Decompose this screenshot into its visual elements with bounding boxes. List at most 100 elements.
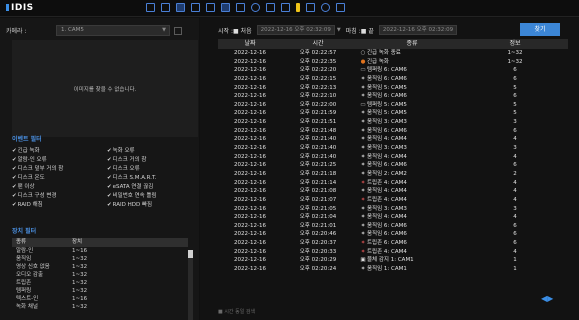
sequence-icon[interactable]: [236, 3, 245, 12]
device-row[interactable]: 알람-인 1~16: [12, 247, 188, 255]
device-row[interactable]: 트립존 1~32: [12, 279, 188, 287]
scroll-thumb[interactable]: [188, 250, 193, 258]
event-filter-item[interactable]: ✔녹화 오류: [107, 146, 202, 154]
event-filter-item[interactable]: ✔긴급 녹화: [12, 146, 107, 154]
event-filter-list: ✔긴급 녹화 ✔녹화 오류 ✔알람-인 오류 ✔디스크 거의 참 ✔디스크 덮부 거의 …: [12, 146, 202, 208]
start-first-option[interactable]: ■ 처음: [233, 26, 252, 35]
check-icon[interactable]: ✔: [12, 202, 17, 208]
record-icon[interactable]: [306, 3, 315, 12]
check-icon[interactable]: ✔: [107, 157, 112, 163]
same-time-checkbox[interactable]: ■: [218, 309, 223, 315]
log-row[interactable]: 2022-12-16 오후 02:20:29 ▣물체 감지 1: CAM1 1: [218, 256, 568, 265]
device-row[interactable]: 녹화 채널 1~32: [12, 303, 188, 311]
check-icon[interactable]: ✔: [107, 202, 112, 208]
check-icon[interactable]: ✔: [12, 148, 17, 154]
live-icon[interactable]: [296, 3, 300, 12]
log-row[interactable]: 2022-12-16 오후 02:21:05 ✶ 움직임 3: CAM3 3: [218, 205, 568, 214]
event-filter-item[interactable]: ✔RAID HDD 빠짐: [107, 200, 202, 208]
event-type-icon: ✶: [360, 179, 366, 186]
event-filter-item[interactable]: ✔팬 이상: [12, 182, 107, 190]
log-row[interactable]: 2022-12-16 오후 02:21:18 ✶ 움직임 2: CAM2 2: [218, 170, 568, 179]
event-filter-item[interactable]: ✔디스크 덮부 거의 참: [12, 164, 107, 172]
camera-select[interactable]: 1. CAM5 ▼: [56, 25, 170, 36]
check-icon[interactable]: ✔: [107, 148, 112, 154]
event-type-icon: ✶: [360, 248, 366, 255]
camera-options-icon[interactable]: [174, 26, 182, 35]
log-row[interactable]: 2022-12-16 오후 02:22:20 ▭템퍼링 6: CAM6 6: [218, 66, 568, 75]
next-page-icon[interactable]: ▶: [547, 294, 553, 303]
camera-label: 카메라 :: [6, 28, 27, 35]
log-row[interactable]: 2022-12-16 오후 02:21:08 ✶ 움직임 4: CAM4 4: [218, 187, 568, 196]
log-row[interactable]: 2022-12-16 오후 02:21:14 ✶ 트립존 4: CAM4 4: [218, 179, 568, 188]
check-icon[interactable]: ✔: [12, 157, 17, 163]
check-icon[interactable]: ✔: [12, 193, 17, 199]
log-row[interactable]: 2022-12-16 오후 02:21:01 ✶ 움직임 6: CAM6 6: [218, 222, 568, 231]
event-filter-item[interactable]: ✔RAID 해침: [12, 200, 107, 208]
event-type-icon: ✶: [360, 231, 366, 238]
device-row[interactable]: 템퍼링 1~32: [12, 287, 188, 295]
log-row[interactable]: 2022-12-16 오후 02:22:13 ✶ 움직임 5: CAM5 5: [218, 84, 568, 93]
event-type-icon: ✶: [360, 214, 366, 221]
log-row[interactable]: 2022-12-16 오후 02:22:15 ✶ 움직임 6: CAM6 6: [218, 75, 568, 84]
layout-4-icon[interactable]: [161, 3, 170, 12]
log-row[interactable]: 2022-12-16 오후 02:20:33 ✶ 트립존 4: CAM4 4: [218, 248, 568, 257]
search-button[interactable]: 찾기: [520, 23, 560, 36]
check-icon[interactable]: ✔: [107, 184, 112, 190]
check-icon[interactable]: ✔: [107, 193, 112, 199]
log-row[interactable]: 2022-12-16 오후 02:22:35 ● 긴급 녹화 1~32: [218, 58, 568, 67]
device-row[interactable]: 오디오 감출 1~32: [12, 271, 188, 279]
end-last-option[interactable]: ■ 끝: [361, 26, 374, 35]
check-icon[interactable]: ✔: [12, 175, 17, 181]
start-datetime-field[interactable]: 2022-12-16 오후 02:32:09: [256, 25, 335, 35]
play-icon[interactable]: [336, 3, 345, 12]
device-row[interactable]: 텍스트-인 1~16: [12, 295, 188, 303]
log-row[interactable]: 2022-12-16 오후 02:22:10 ✶ 움직임 6: CAM6 6: [218, 92, 568, 101]
event-filter-item[interactable]: ✔디스크 구성 변경: [12, 191, 107, 199]
check-icon[interactable]: ✔: [12, 184, 17, 190]
log-row[interactable]: 2022-12-16 오후 02:21:59 ✶ 움직임 5: CAM5 5: [218, 109, 568, 118]
layout-9-icon[interactable]: [176, 3, 185, 12]
log-row[interactable]: 2022-12-16 오후 02:21:51 ✶ 움직임 3: CAM3 3: [218, 118, 568, 127]
device-row[interactable]: 움직임 1~32: [12, 255, 188, 263]
settings-icon[interactable]: [321, 3, 330, 12]
layout-1-icon[interactable]: [146, 3, 155, 12]
event-filter-item[interactable]: ✔비밀번호 연속 틀림: [107, 191, 202, 199]
check-icon[interactable]: ✔: [107, 175, 112, 181]
event-filter-item[interactable]: ✔디스크 거의 참: [107, 155, 202, 163]
log-row[interactable]: 2022-12-16 오후 02:21:40 ✶ 움직임 4: CAM4 4: [218, 135, 568, 144]
diamond-icon[interactable]: [251, 3, 260, 12]
layout-16-icon[interactable]: [191, 3, 200, 12]
event-filter-item[interactable]: ✔디스크 오류: [107, 164, 202, 172]
log-row[interactable]: 2022-12-16 오후 02:21:04 ✶ 움직임 4: CAM4 4: [218, 213, 568, 222]
device-table-header: 종류 장치: [12, 238, 188, 247]
log-row[interactable]: 2022-12-16 오후 02:21:40 ✶ 움직임 3: CAM3 3: [218, 144, 568, 153]
device-scrollbar[interactable]: [188, 250, 193, 320]
event-type-icon: ○: [360, 50, 366, 56]
start-dropdown-icon[interactable]: ▼: [337, 27, 341, 33]
event-filter-item[interactable]: ✔디스크 온도: [12, 173, 107, 181]
layout-grid-icon[interactable]: [221, 3, 230, 12]
camera-list-icon[interactable]: [266, 3, 275, 12]
log-row[interactable]: 2022-12-16 오후 02:20:46 ✶ 움직임 6: CAM6 6: [218, 230, 568, 239]
log-row[interactable]: 2022-12-16 오후 02:21:40 ✶ 움직임 4: CAM4 4: [218, 153, 568, 162]
event-filter-item[interactable]: ✔디스크 S.M.A.R.T.: [107, 173, 202, 181]
log-row[interactable]: 2022-12-16 오후 02:20:24 ✶ 움직임 1: CAM1 1: [218, 265, 568, 274]
layout-wide-icon[interactable]: [206, 3, 215, 12]
check-icon[interactable]: ✔: [107, 166, 112, 172]
end-datetime-field[interactable]: 2022-12-16 오후 02:32:09: [378, 25, 458, 35]
start-label: 시작 :: [218, 27, 233, 35]
log-row[interactable]: 2022-12-16 오후 02:22:57 ○ 긴급 녹화 종료 1~32: [218, 49, 568, 58]
log-row[interactable]: 2022-12-16 오후 02:20:37 ✶ 트립존 6: CAM6 6: [218, 239, 568, 248]
log-row[interactable]: 2022-12-16 오후 02:21:48 ✶ 움직임 6: CAM6 6: [218, 127, 568, 136]
event-type-icon: ▭: [360, 67, 366, 74]
log-row[interactable]: 2022-12-16 오후 02:22:00 ▭템퍼링 5: CAM5 5: [218, 101, 568, 110]
device-row[interactable]: 영상 신호 없음 1~32: [12, 263, 188, 271]
log-row[interactable]: 2022-12-16 오후 02:21:07 ✶ 트립존 4: CAM4 4: [218, 196, 568, 205]
event-type-icon: ●: [360, 58, 366, 65]
event-filter-item[interactable]: ✔eSATA 연결 끊김: [107, 182, 202, 190]
event-type-icon: ✶: [360, 119, 366, 126]
log-row[interactable]: 2022-12-16 오후 02:21:25 ✶ 움직임 6: CAM6 6: [218, 161, 568, 170]
event-filter-item[interactable]: ✔알람-인 오류: [12, 155, 107, 163]
check-icon[interactable]: ✔: [12, 166, 17, 172]
search-icon[interactable]: [281, 3, 290, 12]
